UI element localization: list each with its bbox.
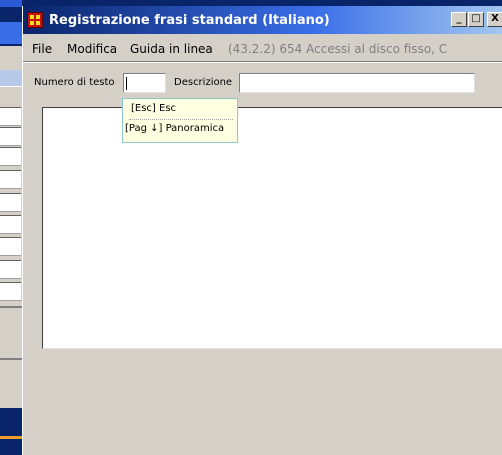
phrase-text-area[interactable] [42, 107, 502, 349]
background-taskbar [0, 408, 22, 449]
menu-bar: File Modifica Guida in linea (43.2.2) 65… [23, 39, 502, 61]
title-bar[interactable]: Registrazione frasi standard (Italiano) … [23, 6, 502, 34]
menu-modifica[interactable]: Modifica [67, 42, 117, 56]
background-toolbar-strip [0, 22, 22, 44]
menu-separator [23, 61, 502, 63]
background-window-edge [0, 0, 22, 449]
background-divider [0, 358, 22, 360]
menu-guida-in-linea[interactable]: Guida in linea [130, 42, 213, 56]
window-title: Registrazione frasi standard (Italiano) [49, 13, 330, 28]
background-list-row [0, 170, 21, 189]
minimize-button[interactable]: _ [451, 12, 467, 27]
key-hint-tooltip: [Esc] Esc [Pag ↓] Panoramica [122, 98, 238, 143]
menu-status-text: (43.2.2) 654 Accessi al disco fisso, C [228, 42, 448, 56]
background-selected-row [0, 70, 22, 87]
background-list-row [0, 147, 21, 166]
background-list-row [0, 193, 21, 212]
tooltip-divider [129, 119, 233, 120]
background-list-row [0, 260, 21, 279]
close-button[interactable]: X [487, 12, 502, 27]
standard-phrases-window: Registrazione frasi standard (Italiano) … [22, 6, 502, 455]
description-input[interactable] [239, 73, 475, 93]
background-taskbar-accent [0, 436, 22, 439]
text-caret [126, 77, 127, 90]
maximize-button[interactable]: □ [468, 12, 484, 27]
tooltip-pagedown-hint: [Pag ↓] Panoramica [125, 123, 225, 134]
text-number-label: Numero di testo [34, 77, 115, 88]
background-titlebar-strip [0, 0, 22, 7]
app-icon[interactable] [27, 12, 43, 28]
background-divider [0, 306, 22, 308]
tooltip-esc-hint: [Esc] Esc [131, 103, 177, 114]
background-list-row [0, 282, 21, 301]
background-list-row [0, 215, 21, 234]
menu-file[interactable]: File [32, 42, 52, 56]
background-list-row [0, 127, 21, 146]
text-number-input[interactable] [123, 73, 166, 93]
description-label: Descrizione [174, 77, 233, 88]
background-list-row [0, 107, 21, 126]
background-list-row [0, 237, 21, 256]
